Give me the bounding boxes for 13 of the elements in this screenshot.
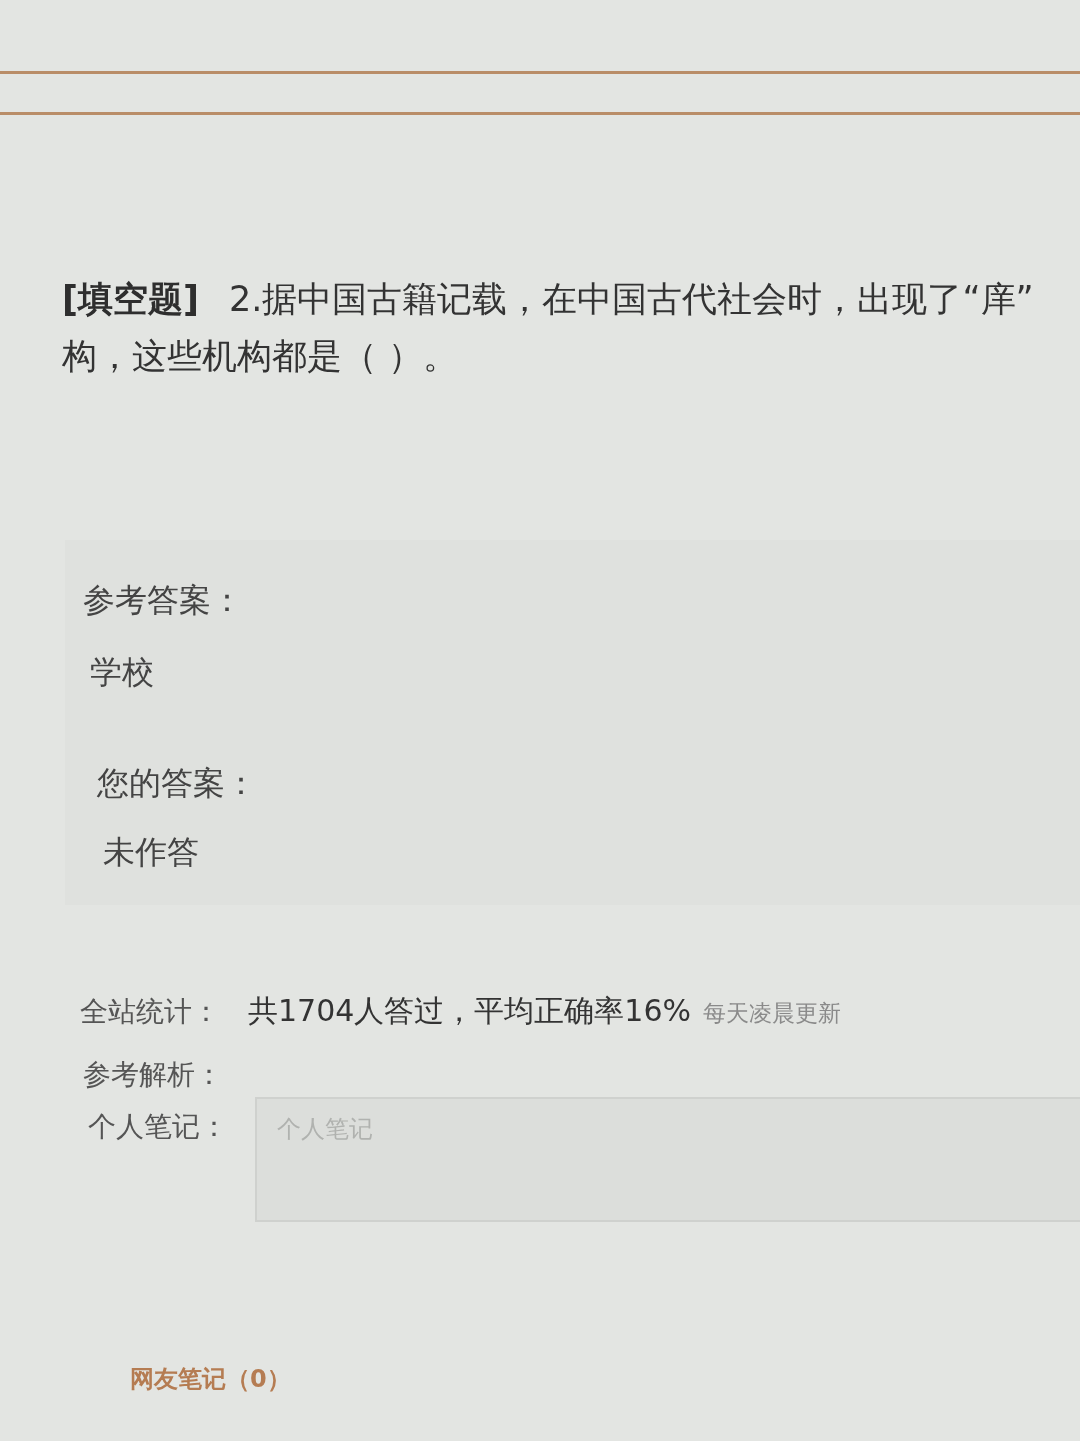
analysis-label: 参考解析： xyxy=(83,1057,223,1093)
community-notes-link[interactable]: 网友笔记（0） xyxy=(130,1362,291,1396)
reference-answer-text: 学校 xyxy=(90,652,154,692)
notes-label: 个人笔记： xyxy=(88,1109,229,1145)
your-answer-text: 未作答 xyxy=(103,832,199,872)
question-text: 构，这些机构都是（ ）。 xyxy=(62,336,459,376)
reference-answer-label: 参考答案： xyxy=(83,580,243,620)
question-type-tag: [填空题] xyxy=(62,279,199,319)
question-text: 2.据中国古籍记载，在中国古代社会时，出现了“庠” xyxy=(229,279,1034,319)
stats-summary: 共1704人答过，平均正确率16% xyxy=(248,992,692,1030)
stats-label: 全站统计： xyxy=(80,994,221,1030)
your-answer-label: 您的答案： xyxy=(97,763,257,803)
stats-update-note: 每天凌晨更新 xyxy=(703,999,842,1028)
